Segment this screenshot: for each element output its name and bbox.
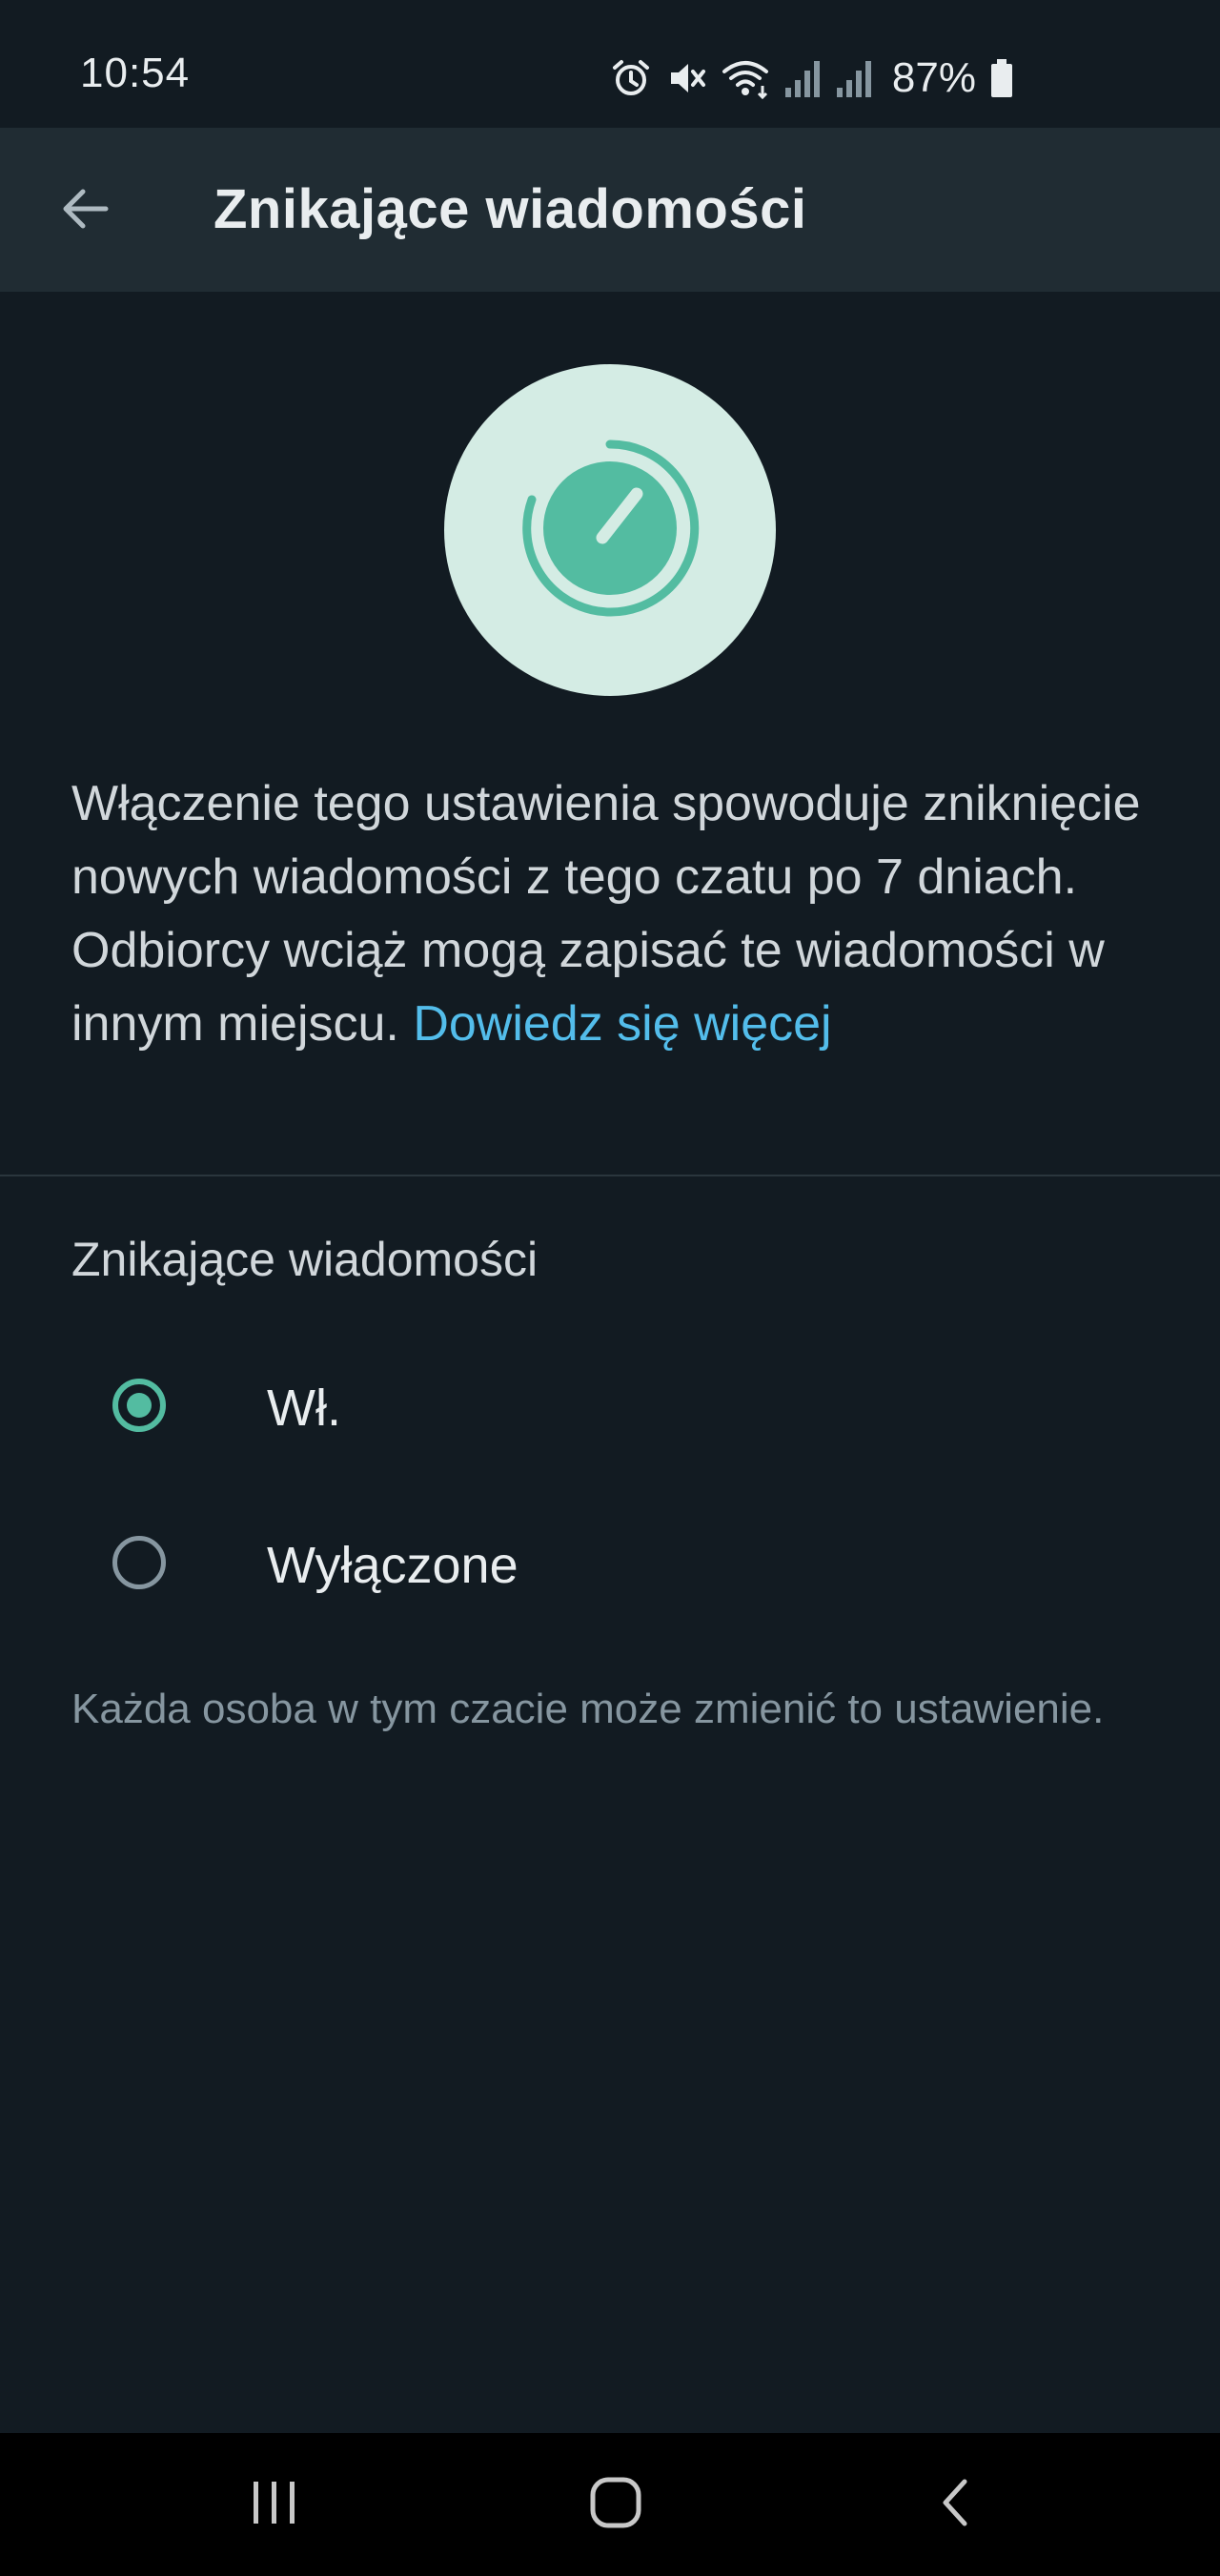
system-nav-bar <box>0 2433 1220 2576</box>
home-button[interactable] <box>559 2457 673 2552</box>
section-title: Znikające wiadomości <box>71 1233 539 1286</box>
mute-icon <box>665 57 707 99</box>
option-label: Wyłączone <box>267 1537 518 1594</box>
recents-icon <box>246 2474 303 2536</box>
option-off[interactable]: Wyłączone <box>0 1494 1220 1637</box>
back-button[interactable] <box>42 168 128 254</box>
nav-back-button[interactable] <box>900 2457 1014 2552</box>
battery-icon <box>989 57 1014 99</box>
status-icons: 87% <box>610 54 1014 101</box>
status-time: 10:54 <box>80 50 191 96</box>
description: Włączenie tego ustawienia spowoduje znik… <box>71 767 1158 1061</box>
divider <box>0 1175 1220 1176</box>
home-icon <box>587 2474 644 2536</box>
signal-icon <box>783 57 822 99</box>
disappearing-timer-icon <box>515 433 705 628</box>
option-on[interactable]: Wł. <box>0 1337 1220 1480</box>
signal-icon <box>835 57 873 99</box>
wifi-icon <box>721 57 770 99</box>
back-icon <box>928 2474 986 2536</box>
status-bar: 10:54 87% <box>0 0 1220 128</box>
option-label: Wł. <box>267 1380 341 1437</box>
radio-unchecked[interactable] <box>112 1536 166 1589</box>
battery-percent: 87% <box>891 54 976 101</box>
learn-more-link[interactable]: Dowiedz się więcej <box>413 996 831 1052</box>
footnote: Każda osoba w tym czacie może zmienić to… <box>71 1686 1105 1732</box>
app-bar: Znikające wiadomości <box>0 128 1220 292</box>
hero-illustration <box>444 364 776 696</box>
radio-checked[interactable] <box>112 1379 166 1432</box>
arrow-back-icon <box>58 182 112 240</box>
alarm-icon <box>610 57 652 99</box>
page-title: Znikające wiadomości <box>214 178 807 240</box>
recents-button[interactable] <box>217 2457 332 2552</box>
